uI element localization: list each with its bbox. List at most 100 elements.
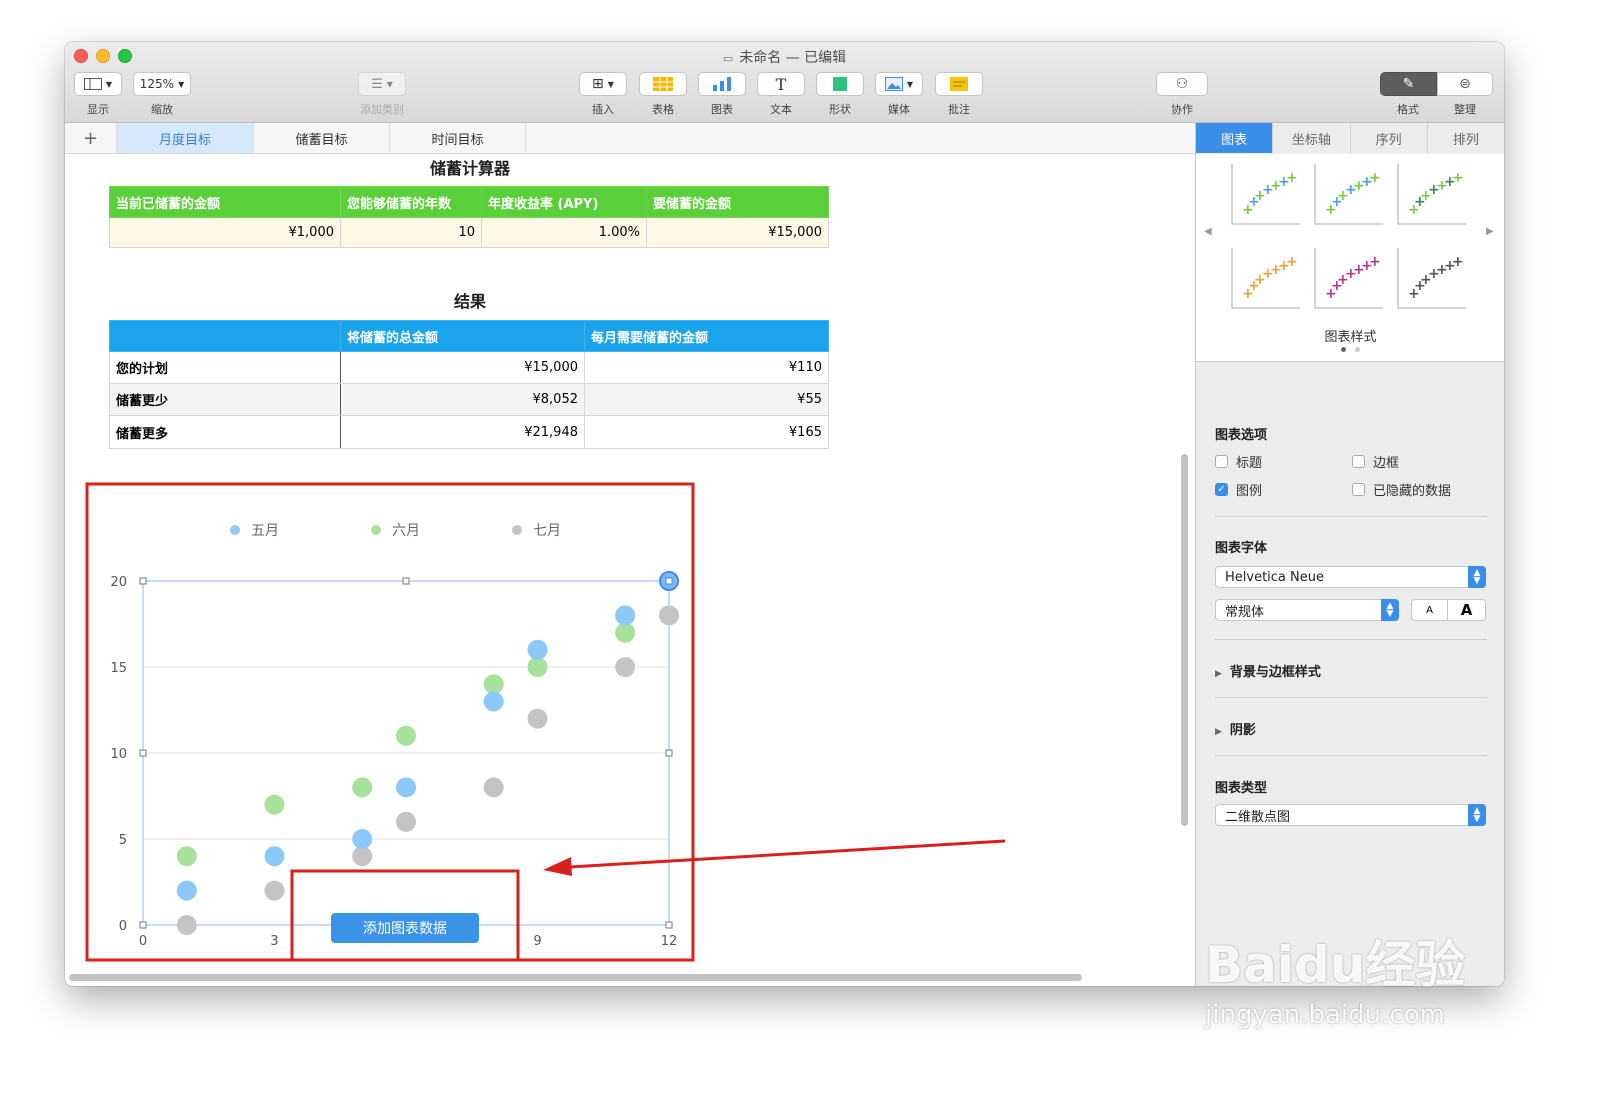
page-indicator[interactable]	[1355, 347, 1360, 352]
chart-style-thumbnail[interactable]: +++++++	[1231, 164, 1300, 225]
decrease-font-button[interactable]: A	[1411, 599, 1448, 621]
collaborate-button[interactable]: ⚇	[1156, 72, 1208, 96]
y-tick-label: 5	[119, 833, 127, 848]
thumbnail-marker: +	[1452, 254, 1464, 270]
data-point[interactable]	[659, 605, 679, 626]
tab-arrange[interactable]: 排列	[1428, 123, 1504, 153]
chart-resize-handle[interactable]	[665, 921, 673, 929]
chart-button[interactable]	[698, 72, 746, 96]
chart-resize-handle[interactable]	[139, 921, 147, 929]
shape-button[interactable]	[816, 72, 864, 96]
chart-style-thumbnail[interactable]: +++++++	[1231, 248, 1300, 309]
data-point[interactable]	[483, 777, 504, 798]
y-tick-label: 20	[110, 575, 127, 590]
data-point[interactable]	[352, 846, 373, 867]
data-point[interactable]	[264, 846, 285, 867]
chart-style-thumbnail[interactable]: +++++++	[1397, 248, 1466, 309]
chart-resize-handle[interactable]	[665, 749, 673, 757]
table-label: 表格	[652, 103, 674, 116]
data-point[interactable]	[527, 639, 548, 660]
chart-style-thumbnail[interactable]: +++++++	[1314, 248, 1383, 309]
shape-label: 形状	[829, 103, 851, 116]
comment-button[interactable]	[935, 72, 983, 96]
stepper-arrows-icon: ▲ ▼	[1381, 599, 1399, 621]
data-point[interactable]	[615, 622, 636, 643]
data-point[interactable]	[527, 708, 548, 729]
tab-chart[interactable]: 图表	[1196, 123, 1274, 153]
chart-resize-handle[interactable]	[139, 577, 147, 585]
shadow-section[interactable]: ▶ 阴影	[1215, 719, 1256, 738]
legend-swatch	[371, 525, 381, 535]
chart-resize-handle[interactable]	[665, 577, 673, 585]
horizontal-scrollbar[interactable]	[69, 974, 1082, 981]
hidden-data-checkbox[interactable]: 已隐藏的数据	[1352, 480, 1451, 499]
chart-type-select[interactable]: 二维散点图 ▲ ▼	[1215, 804, 1486, 826]
chevron-down-icon: ▼	[607, 79, 614, 89]
vertical-scrollbar[interactable]	[1181, 454, 1188, 826]
add-chart-data-button[interactable]: 添加图表数据	[331, 913, 479, 943]
data-point[interactable]	[264, 880, 285, 901]
chevron-down-icon: ▼	[105, 79, 113, 89]
chart-style-thumbnail[interactable]: +++++++	[1397, 164, 1466, 225]
text-icon: T	[775, 74, 787, 94]
tab-axis[interactable]: 坐标轴	[1273, 123, 1351, 153]
legend-label: 七月	[533, 523, 561, 539]
data-point[interactable]	[396, 777, 416, 798]
paintbrush-icon: ✎	[1402, 76, 1415, 92]
data-point[interactable]	[483, 674, 504, 695]
disclosure-triangle-icon: ▶	[1215, 669, 1222, 679]
data-point[interactable]	[176, 846, 197, 867]
table-button[interactable]	[639, 72, 687, 96]
data-point[interactable]	[352, 829, 373, 849]
add-sheet-button[interactable]: +	[65, 123, 117, 153]
data-point[interactable]	[176, 915, 197, 935]
legend-swatch	[230, 525, 240, 535]
data-point[interactable]	[352, 777, 373, 798]
legend-checkbox[interactable]: ✓ 图例	[1215, 480, 1262, 499]
chart-resize-handle[interactable]	[402, 577, 410, 585]
border-checkbox[interactable]: 边框	[1352, 452, 1399, 471]
font-style-select[interactable]: 常规体 ▲ ▼	[1215, 599, 1399, 621]
add-category-button[interactable]: ☰ ▼	[358, 72, 406, 96]
data-point[interactable]	[615, 657, 636, 677]
chart-style-thumbnail[interactable]: +++++++	[1314, 164, 1383, 225]
x-tick-label: 9	[533, 934, 541, 949]
format-button[interactable]: ✎	[1380, 72, 1437, 96]
watermark-brand: Baidu经验	[1205, 936, 1466, 994]
data-point[interactable]	[396, 725, 416, 746]
increase-font-button[interactable]: A	[1448, 599, 1486, 621]
tab-monthly-goal[interactable]: 月度目标	[117, 123, 254, 153]
watermark-url: jingyan.baidu.com	[1205, 1000, 1445, 1030]
tab-time-goal[interactable]: 时间目标	[390, 123, 526, 153]
data-point[interactable]	[527, 657, 548, 677]
toolbar: ▭ 未命名 — 已编辑 ▼ 显示 125% ▼ 缩放 ☰ ▼ 添加类别 ⊞ ▼ 插…	[65, 42, 1504, 123]
media-button[interactable]: ▼	[875, 72, 923, 96]
insert-button[interactable]: ⊞ ▼	[579, 72, 627, 96]
list-icon: ☰	[371, 76, 383, 92]
zoom-select[interactable]: 125% ▼	[133, 72, 191, 96]
tab-series[interactable]: 序列	[1351, 123, 1428, 153]
text-button[interactable]: T	[757, 72, 805, 96]
document-canvas: 储蓄计算器 当前已储蓄的金额 您能够储蓄的年数 年度收益率 (APY) 要储蓄的…	[65, 154, 1195, 986]
data-point[interactable]	[396, 811, 416, 832]
data-point[interactable]	[483, 691, 504, 712]
thumbnail-marker: +	[1369, 254, 1381, 270]
background-border-section[interactable]: ▶ 背景与边框样式	[1215, 661, 1321, 680]
data-point[interactable]	[615, 605, 636, 626]
insert-label: 插入	[592, 103, 614, 116]
view-button[interactable]: ▼	[74, 72, 122, 96]
chevron-down-icon: ▼	[906, 79, 914, 89]
scatter-chart[interactable]: 0 5 10 15 20 0 3 9 12 五月 六月 七月	[65, 154, 1195, 986]
table-icon	[653, 77, 673, 91]
collaborate-label: 协作	[1171, 103, 1193, 116]
page-indicator-active[interactable]	[1341, 347, 1346, 352]
tab-savings-goal[interactable]: 储蓄目标	[254, 123, 390, 153]
chart-resize-handle[interactable]	[139, 749, 147, 757]
x-tick-label: 12	[661, 934, 678, 949]
data-point[interactable]	[176, 880, 197, 901]
font-family-select[interactable]: Helvetica Neue ▲ ▼	[1215, 566, 1486, 588]
title-checkbox[interactable]: 标题	[1215, 452, 1262, 471]
organize-button[interactable]: ⊜	[1437, 72, 1493, 96]
insert-plus-icon: ⊞	[592, 76, 604, 92]
data-point[interactable]	[264, 794, 285, 815]
